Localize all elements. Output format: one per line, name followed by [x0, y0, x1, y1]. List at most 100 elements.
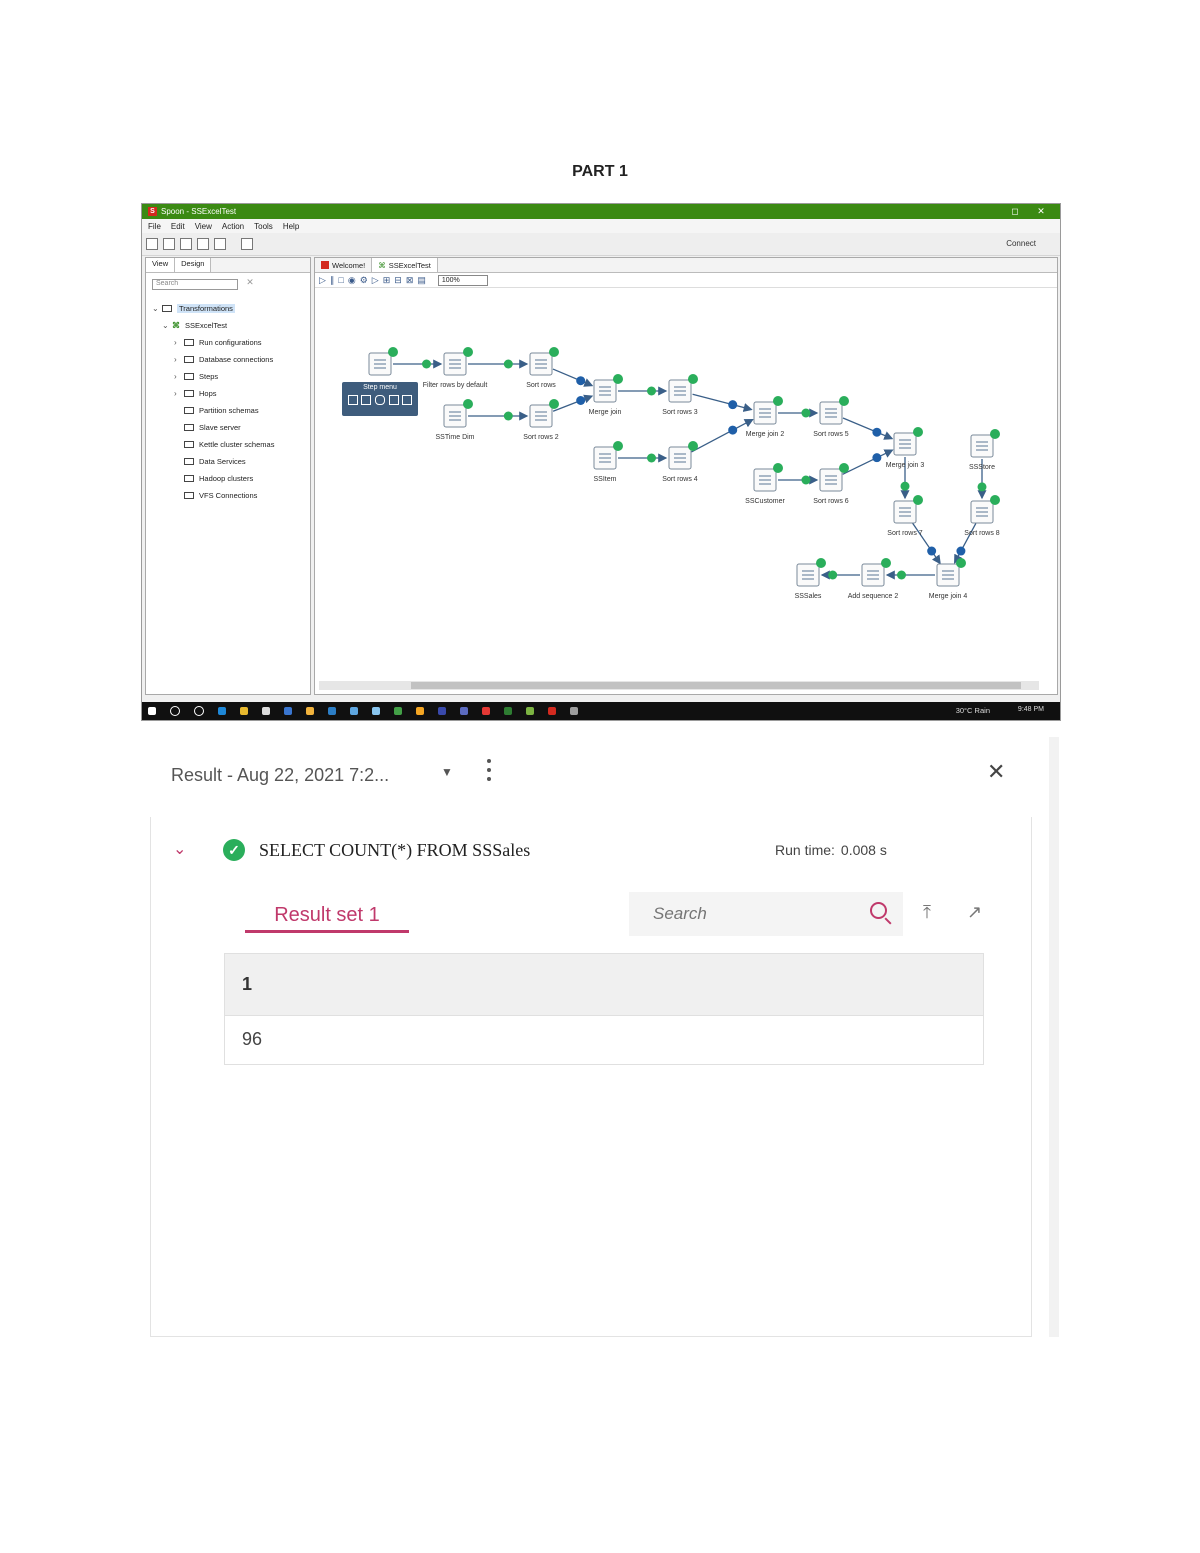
input-icon[interactable]: [347, 395, 358, 405]
app-icon[interactable]: [416, 707, 424, 715]
hop-info-icon[interactable]: [872, 427, 882, 437]
tab-welcome[interactable]: Welcome!: [315, 258, 373, 272]
step-ssitem[interactable]: SSItem: [593, 441, 623, 483]
tree-item-run-configurations[interactable]: › Run configurations: [146, 334, 310, 351]
app-icon[interactable]: [438, 707, 446, 715]
search-icon[interactable]: [870, 902, 887, 919]
hop-arrow[interactable]: [691, 418, 754, 453]
tree-item-slave-server[interactable]: Slave server: [146, 419, 310, 436]
menu-tools[interactable]: Tools: [254, 222, 273, 231]
step-sscustomer[interactable]: SSCustomer: [745, 463, 786, 505]
column-header[interactable]: 1: [225, 954, 983, 1016]
step-sstime-dim[interactable]: SSTime Dim: [435, 399, 475, 441]
sql-icon[interactable]: ⊠: [406, 275, 414, 286]
step-sort-rows-3[interactable]: Sort rows 3: [662, 374, 698, 416]
app-icon[interactable]: [372, 707, 380, 715]
open-file-icon[interactable]: [163, 238, 175, 250]
hop-enabled-icon[interactable]: [503, 411, 513, 421]
hop-info-icon[interactable]: [576, 376, 586, 386]
menu-help[interactable]: Help: [283, 222, 299, 231]
step-merge-join-2[interactable]: Merge join 2: [746, 396, 785, 438]
transformation-canvas[interactable]: Filter rows by default Sort rows SSTime Di…: [315, 286, 1057, 678]
edit-icon[interactable]: [361, 395, 372, 405]
app-icon[interactable]: [284, 707, 292, 715]
hop-arrow[interactable]: [842, 417, 894, 440]
result-history-title[interactable]: Result - Aug 22, 2021 7:2...: [171, 765, 389, 786]
tree-item-steps[interactable]: › Steps: [146, 368, 310, 385]
hop-enabled-icon[interactable]: [647, 453, 656, 463]
app-icon[interactable]: [526, 707, 534, 715]
menu-action[interactable]: Action: [222, 222, 244, 231]
tree-item-vfs-connections[interactable]: VFS Connections: [146, 487, 310, 504]
windows-start-icon[interactable]: [148, 707, 156, 715]
tree-item-hops[interactable]: › Hops: [146, 385, 310, 402]
chevron-right-icon[interactable]: ›: [174, 355, 184, 364]
hop-arrow[interactable]: [552, 368, 594, 387]
step-merge-join[interactable]: Merge join: [589, 374, 623, 416]
clear-search-icon[interactable]: ✕: [246, 277, 254, 288]
store-icon[interactable]: [262, 707, 270, 715]
pause-icon[interactable]: ∥: [330, 275, 335, 286]
hop-enabled-icon[interactable]: [828, 570, 838, 580]
chevron-down-icon[interactable]: ⌄: [152, 304, 162, 313]
menu-file[interactable]: File: [148, 222, 161, 231]
hop-info-icon[interactable]: [576, 396, 586, 405]
hop-enabled-icon[interactable]: [647, 386, 656, 396]
expand-icon[interactable]: ↗: [967, 902, 982, 923]
step-sssales[interactable]: SSSales: [795, 558, 826, 600]
hop-enabled-icon[interactable]: [422, 359, 431, 369]
chevron-down-icon[interactable]: ⌄: [162, 321, 172, 330]
cortana-icon[interactable]: [194, 706, 204, 716]
result-search[interactable]: [629, 892, 903, 936]
restore-button[interactable]: ◻: [1002, 206, 1028, 217]
app-icon[interactable]: [570, 707, 578, 715]
chevron-right-icon[interactable]: ›: [174, 389, 184, 398]
export-icon[interactable]: ⤒: [923, 902, 931, 923]
perspective-icon[interactable]: [241, 238, 253, 250]
hop-arrow[interactable]: [911, 522, 941, 565]
replay-icon[interactable]: ▷: [372, 275, 379, 286]
tree-item-transformations[interactable]: ⌄ Transformations: [146, 300, 310, 317]
hop-enabled-icon[interactable]: [801, 475, 811, 485]
weather-widget[interactable]: 30°C Rain: [956, 706, 990, 715]
step-sort-rows-2[interactable]: Sort rows 2: [523, 399, 559, 441]
horizontal-scrollbar[interactable]: [319, 681, 1039, 690]
explore-repository-icon[interactable]: [180, 238, 192, 250]
tree-item-partition-schemas[interactable]: Partition schemas: [146, 402, 310, 419]
settings-icon[interactable]: [374, 395, 385, 405]
table-cell[interactable]: 96: [225, 1016, 983, 1064]
tab-view[interactable]: View: [146, 258, 176, 272]
step-sort-rows-4[interactable]: Sort rows 4: [662, 441, 698, 483]
zoom-select[interactable]: 100%: [437, 274, 488, 286]
hop-enabled-icon[interactable]: [503, 359, 513, 369]
hop-enabled-icon[interactable]: [801, 408, 811, 418]
close-icon[interactable]: ✕: [987, 759, 1005, 785]
chevron-down-icon[interactable]: ⌄: [173, 839, 186, 859]
hop-enabled-icon[interactable]: [977, 482, 987, 492]
hop-info-icon[interactable]: [872, 453, 882, 463]
tree-item-data-services[interactable]: Data Services: [146, 453, 310, 470]
app-icon[interactable]: [460, 707, 468, 715]
step-merge-join-3[interactable]: Merge join 3: [886, 427, 925, 469]
output-icon[interactable]: [388, 395, 399, 405]
app-icon[interactable]: [328, 707, 336, 715]
new-file-icon[interactable]: [146, 238, 158, 250]
step-merge-join-4[interactable]: Merge join 4: [929, 558, 968, 600]
step-excel-input[interactable]: [368, 347, 398, 376]
menu-view[interactable]: View: [195, 222, 212, 231]
close-window-button[interactable]: ✕: [1028, 206, 1054, 217]
tab-design[interactable]: Design: [175, 258, 212, 272]
caret-down-icon[interactable]: ▼: [441, 765, 453, 779]
result-search-input[interactable]: [651, 903, 855, 925]
step-sort-rows-6[interactable]: Sort rows 6: [813, 463, 849, 505]
hop-info-icon[interactable]: [927, 546, 937, 556]
step-sort-rows[interactable]: Sort rows: [526, 347, 559, 389]
chevron-right-icon[interactable]: ›: [174, 338, 184, 347]
explore-db-icon[interactable]: ▤: [417, 275, 426, 286]
hop-info-icon[interactable]: [728, 425, 738, 435]
save-icon[interactable]: [197, 238, 209, 250]
chrome-icon[interactable]: [306, 707, 314, 715]
save-as-icon[interactable]: [214, 238, 226, 250]
search-icon[interactable]: [170, 706, 180, 716]
spoon-taskbar-icon[interactable]: [548, 707, 556, 715]
